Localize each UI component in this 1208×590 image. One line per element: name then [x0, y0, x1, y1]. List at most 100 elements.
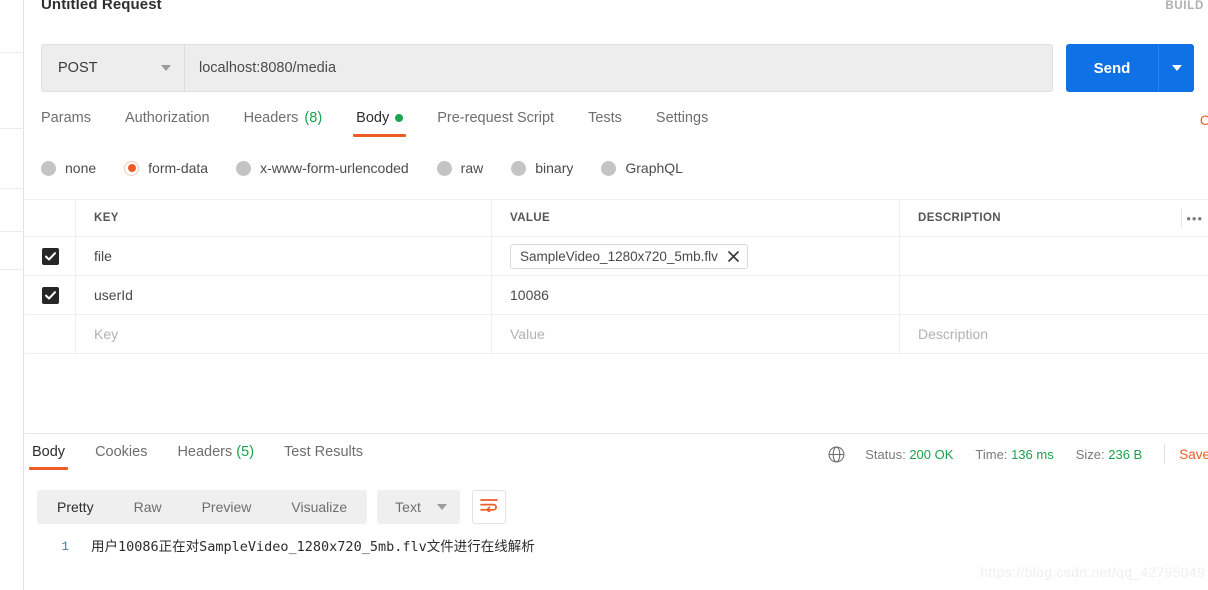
- time-value: 136 ms: [1011, 446, 1054, 462]
- size-label: Size:: [1075, 446, 1105, 462]
- row-checkbox[interactable]: [41, 286, 59, 304]
- http-method-label: POST: [58, 60, 98, 76]
- new-description-input[interactable]: Description: [918, 326, 988, 342]
- body-type-binary[interactable]: binary: [511, 160, 573, 176]
- tab-label: Headers: [177, 444, 233, 460]
- view-mode-visualize[interactable]: Visualize: [271, 490, 367, 524]
- page-title: Untitled Request: [41, 0, 162, 13]
- file-name: SampleVideo_1280x720_5mb.flv: [520, 248, 718, 264]
- tab-body[interactable]: Body: [353, 110, 407, 137]
- radio-label: raw: [460, 160, 484, 176]
- http-method-select[interactable]: POST: [41, 44, 184, 92]
- form-data-table: KEY VALUE DESCRIPTION ••• file SampleVid…: [25, 199, 1208, 354]
- view-mode-pretty[interactable]: Pretty: [37, 490, 114, 524]
- tab-headers[interactable]: Headers (8): [244, 110, 323, 137]
- body-type-form-data[interactable]: form-data: [124, 160, 208, 176]
- body-present-dot-icon: [395, 114, 404, 122]
- column-header-value: VALUE: [510, 212, 551, 224]
- body-type-x-www-form-urlencoded[interactable]: x-www-form-urlencoded: [236, 160, 409, 176]
- chevron-down-icon: [161, 65, 171, 71]
- send-options-button[interactable]: [1158, 44, 1194, 92]
- response-divider: [25, 433, 1208, 434]
- save-response-button[interactable]: Save: [1179, 447, 1208, 462]
- response-tabs: Body Cookies Headers (5) Test Results: [28, 444, 393, 470]
- sidebar-divider: [0, 269, 24, 270]
- response-tab-cookies[interactable]: Cookies: [95, 444, 147, 470]
- size-stat: Size: 236 B: [1076, 447, 1143, 462]
- tab-pre-request-script[interactable]: Pre-request Script: [437, 110, 554, 137]
- time-label: Time:: [975, 446, 1008, 462]
- send-group: Send: [1066, 44, 1194, 92]
- ellipsis-icon[interactable]: •••: [1186, 211, 1203, 226]
- sidebar-divider: [0, 231, 24, 232]
- size-value: 236 B: [1108, 446, 1143, 462]
- code-line: 1 用户10086正在对SampleVideo_1280x720_5mb.flv…: [37, 534, 1208, 560]
- build-label: BUILD: [1165, 0, 1204, 12]
- tab-label: Tests: [588, 110, 622, 126]
- body-type-raw[interactable]: raw: [436, 160, 484, 176]
- radio-label: x-www-form-urlencoded: [260, 160, 409, 176]
- radio-icon: [436, 160, 452, 176]
- body-type-radio-group: none form-data x-www-form-urlencoded raw…: [41, 160, 711, 176]
- row-checkbox[interactable]: [41, 247, 59, 265]
- new-value-input[interactable]: Value: [510, 326, 545, 342]
- tab-settings[interactable]: Settings: [656, 110, 708, 137]
- file-chip[interactable]: SampleVideo_1280x720_5mb.flv: [510, 243, 748, 269]
- url-input[interactable]: localhost:8080/media: [184, 44, 1053, 92]
- response-tab-headers[interactable]: Headers (5): [177, 444, 254, 470]
- tab-authorization[interactable]: Authorization: [125, 110, 210, 137]
- cookies-link[interactable]: C: [1200, 112, 1208, 128]
- body-type-graphql[interactable]: GraphQL: [601, 160, 683, 176]
- row-value[interactable]: 10086: [510, 287, 549, 303]
- response-body-viewer[interactable]: 1 用户10086正在对SampleVideo_1280x720_5mb.flv…: [37, 534, 1208, 590]
- line-number: 1: [61, 540, 69, 554]
- response-format-select[interactable]: Text: [377, 490, 460, 524]
- tab-label: Settings: [655, 110, 709, 126]
- view-mode-preview[interactable]: Preview: [182, 490, 272, 524]
- radio-icon: [41, 160, 56, 176]
- body-type-none[interactable]: none: [41, 160, 96, 176]
- radio-label: none: [65, 160, 97, 176]
- table-row: userId 10086: [25, 276, 1208, 315]
- response-status-bar: Status: 200 OK Time: 136 ms Size: 236 B …: [828, 444, 1208, 464]
- radio-label: binary: [535, 160, 574, 176]
- new-key-input[interactable]: Key: [94, 326, 118, 342]
- radio-label: form-data: [148, 160, 209, 176]
- sidebar-strip: [0, 0, 24, 590]
- row-checkbox-cell: [25, 237, 76, 275]
- radio-icon: [236, 160, 252, 176]
- response-body-text: 用户10086正在对SampleVideo_1280x720_5mb.flv文件…: [91, 539, 535, 555]
- radio-selected-icon: [124, 160, 140, 176]
- row-key[interactable]: userId: [94, 287, 133, 303]
- radio-label: GraphQL: [625, 160, 683, 176]
- word-wrap-icon: [480, 498, 498, 517]
- view-mode-raw[interactable]: Raw: [114, 490, 182, 524]
- chevron-down-icon: [436, 504, 447, 510]
- divider: [1164, 444, 1166, 464]
- tab-tests[interactable]: Tests: [588, 110, 622, 137]
- response-headers-count: (5): [236, 444, 255, 460]
- response-format-label: Text: [395, 499, 421, 515]
- response-tab-test-results[interactable]: Test Results: [284, 444, 363, 470]
- row-checkbox-cell: [25, 315, 76, 353]
- table-header-row: KEY VALUE DESCRIPTION •••: [25, 199, 1208, 237]
- tab-label: Cookies: [95, 444, 148, 460]
- response-tab-body[interactable]: Body: [28, 444, 69, 470]
- row-key[interactable]: file: [94, 248, 112, 264]
- send-button[interactable]: Send: [1066, 44, 1158, 92]
- tab-label: Headers: [243, 110, 299, 126]
- table-row: file SampleVideo_1280x720_5mb.flv: [25, 237, 1208, 276]
- response-view-toolbar: Pretty Raw Preview Visualize Text: [37, 490, 506, 524]
- tab-params[interactable]: Params: [41, 110, 91, 137]
- word-wrap-button[interactable]: [471, 490, 506, 524]
- column-header-key: KEY: [94, 212, 119, 224]
- request-pane: Untitled Request BUILD POST localhost:80…: [25, 0, 1208, 590]
- globe-icon[interactable]: [828, 446, 845, 463]
- postman-window: Untitled Request BUILD POST localhost:80…: [0, 0, 1208, 590]
- tab-label: Authorization: [124, 110, 210, 126]
- close-icon[interactable]: [728, 250, 739, 262]
- tab-label: Test Results: [284, 444, 364, 460]
- row-checkbox-cell: [25, 276, 76, 314]
- tab-label: Pre-request Script: [437, 110, 555, 126]
- sidebar-divider: [0, 188, 24, 189]
